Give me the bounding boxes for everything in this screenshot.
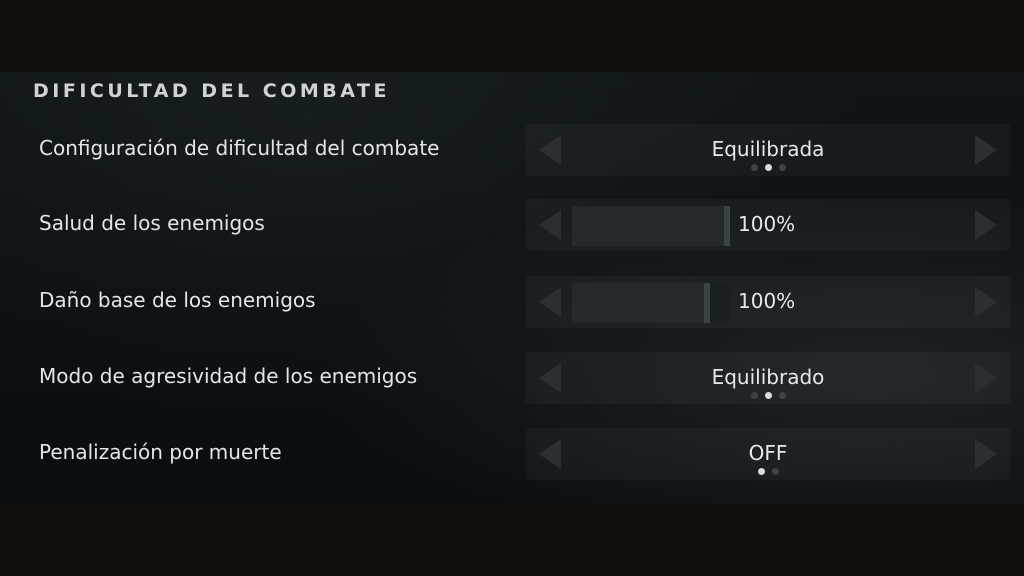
slider-fill	[572, 283, 704, 323]
chevron-right-icon[interactable]	[962, 276, 1010, 328]
option-indicator	[526, 164, 1010, 171]
chevron-right-icon[interactable]	[962, 352, 1010, 404]
aggression-selector[interactable]: Equilibrado	[526, 352, 1010, 404]
option-indicator	[526, 392, 1010, 399]
enemy-damage-control: 100%	[526, 276, 1010, 328]
option-dot-active	[764, 164, 772, 171]
option-indicator	[526, 468, 1010, 475]
setting-row-enemy-health: Salud de los enemigos 100%	[0, 199, 1024, 255]
option-dot	[750, 392, 758, 399]
letterbox-bottom	[0, 504, 1024, 576]
chevron-left-icon[interactable]	[526, 199, 574, 251]
slider-value: 100%	[738, 289, 796, 313]
chevron-right-icon[interactable]	[962, 124, 1010, 176]
enemy-health-control: 100%	[526, 199, 1010, 251]
chevron-left-icon[interactable]	[526, 276, 574, 328]
setting-label: Configuración de dificultad del combate	[39, 136, 440, 160]
setting-label: Daño base de los enemigos	[39, 288, 316, 312]
setting-row-combat-difficulty: Configuración de dificultad del combate …	[0, 124, 1024, 180]
setting-row-death-penalty: Penalización por muerte OFF	[0, 428, 1024, 484]
setting-row-enemy-aggression: Modo de agresividad de los enemigos Equi…	[0, 352, 1024, 408]
slider-value: 100%	[738, 212, 796, 236]
setting-row-enemy-damage: Daño base de los enemigos 100%	[0, 276, 1024, 332]
setting-label: Salud de los enemigos	[39, 211, 265, 235]
chevron-right-icon[interactable]	[962, 199, 1010, 251]
death-penalty-selector[interactable]: OFF	[526, 428, 1010, 480]
setting-label: Penalización por muerte	[39, 440, 282, 464]
difficulty-selector[interactable]: Equilibrada	[526, 124, 1010, 176]
selector-value: Equilibrada	[711, 137, 825, 161]
option-dot	[771, 468, 779, 475]
enemy-damage-slider[interactable]	[572, 283, 730, 323]
option-dot	[778, 392, 786, 399]
letterbox-top	[0, 0, 1024, 72]
selector-value: OFF	[748, 441, 788, 465]
option-dot	[750, 164, 758, 171]
setting-label: Modo de agresividad de los enemigos	[39, 364, 418, 388]
selector-value: Equilibrado	[711, 365, 825, 389]
slider-fill	[572, 206, 724, 246]
enemy-health-slider[interactable]	[572, 206, 730, 246]
combat-difficulty-panel: DIFICULTAD DEL COMBATE Configuración de …	[0, 72, 1024, 504]
slider-handle[interactable]	[704, 283, 710, 323]
section-title: DIFICULTAD DEL COMBATE	[33, 80, 390, 102]
option-dot-active	[757, 468, 765, 475]
slider-handle[interactable]	[724, 206, 730, 246]
option-dot-active	[764, 392, 772, 399]
option-dot	[778, 164, 786, 171]
chevron-right-icon[interactable]	[962, 428, 1010, 480]
